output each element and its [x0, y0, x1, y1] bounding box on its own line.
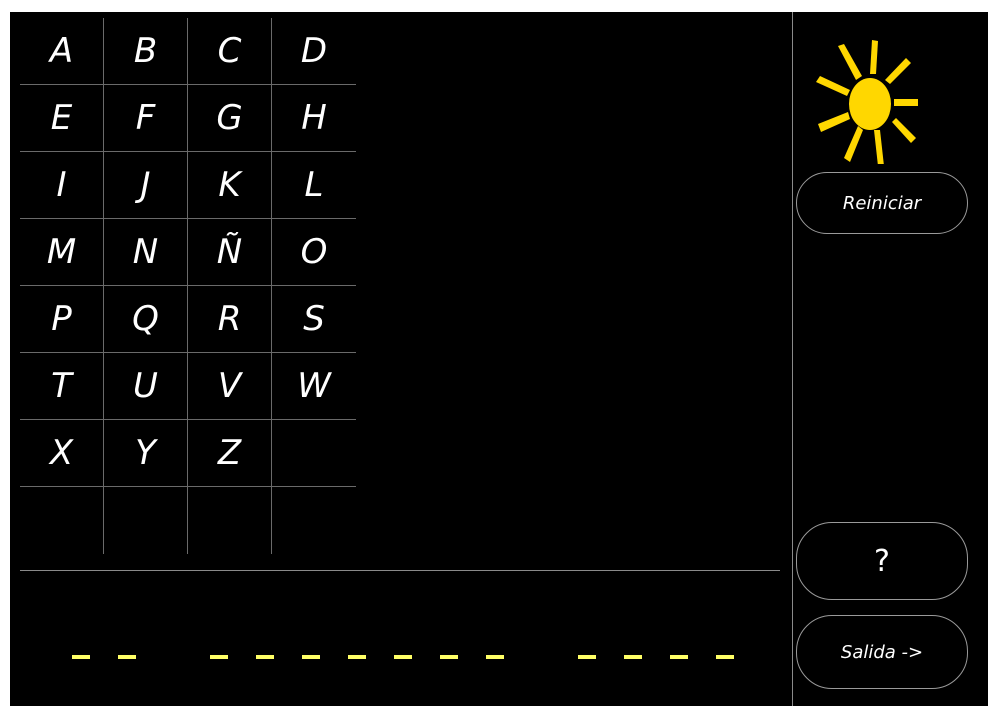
letter-key[interactable]: Q	[104, 286, 188, 353]
sun-icon	[816, 40, 918, 164]
letter-key[interactable]: J	[104, 152, 188, 219]
help-button[interactable]: ?	[796, 522, 968, 600]
letter-key[interactable]: X	[20, 420, 104, 487]
hidden-word	[72, 642, 762, 672]
letter-slot	[118, 655, 136, 659]
letter-key[interactable]: L	[272, 152, 356, 219]
letter-key[interactable]: H	[272, 85, 356, 152]
horizontal-divider	[20, 570, 780, 571]
letter-slot	[256, 655, 274, 659]
letter-slot	[302, 655, 320, 659]
letter-slot	[210, 655, 228, 659]
empty-grid-cell	[104, 487, 188, 554]
letter-key[interactable]: I	[20, 152, 104, 219]
letter-grid: ABCD EFGH IJKL MNÑO PQRS TUVW XYZ	[20, 18, 358, 556]
empty-grid-cell	[272, 420, 356, 487]
letter-slot	[486, 655, 504, 659]
exit-button[interactable]: Salida ->	[796, 615, 968, 689]
letter-key[interactable]: Y	[104, 420, 188, 487]
letter-key[interactable]: C	[188, 18, 272, 85]
restart-button[interactable]: Reiniciar	[796, 172, 968, 234]
letter-key[interactable]: W	[272, 353, 356, 420]
letter-slot	[394, 655, 412, 659]
empty-grid-cell	[188, 487, 272, 554]
letter-key[interactable]: G	[188, 85, 272, 152]
letter-key[interactable]: F	[104, 85, 188, 152]
letter-key[interactable]: P	[20, 286, 104, 353]
game-board: ABCD EFGH IJKL MNÑO PQRS TUVW XYZ	[10, 12, 988, 706]
letter-slot	[716, 655, 734, 659]
letter-key[interactable]: B	[104, 18, 188, 85]
letter-key[interactable]: U	[104, 353, 188, 420]
letter-slot	[624, 655, 642, 659]
letter-key[interactable]: T	[20, 353, 104, 420]
letter-key[interactable]: Ñ	[188, 219, 272, 286]
letter-key[interactable]: N	[104, 219, 188, 286]
letter-slot	[578, 655, 596, 659]
letter-key[interactable]: A	[20, 18, 104, 85]
letter-key[interactable]: R	[188, 286, 272, 353]
letter-key[interactable]: V	[188, 353, 272, 420]
restart-button-label: Reiniciar	[842, 192, 922, 214]
letter-key[interactable]: M	[20, 219, 104, 286]
letter-key[interactable]: D	[272, 18, 356, 85]
letter-slot	[440, 655, 458, 659]
empty-grid-cell	[272, 487, 356, 554]
letter-key[interactable]: E	[20, 85, 104, 152]
empty-grid-cell	[20, 487, 104, 554]
letter-slot	[72, 655, 90, 659]
letter-slot	[670, 655, 688, 659]
help-button-label: ?	[874, 543, 890, 579]
letter-key[interactable]: Z	[188, 420, 272, 487]
letter-key[interactable]: S	[272, 286, 356, 353]
vertical-divider	[792, 12, 793, 706]
letter-key[interactable]: O	[272, 219, 356, 286]
letter-slot	[348, 655, 366, 659]
exit-button-label: Salida ->	[840, 641, 924, 663]
letter-key[interactable]: K	[188, 152, 272, 219]
